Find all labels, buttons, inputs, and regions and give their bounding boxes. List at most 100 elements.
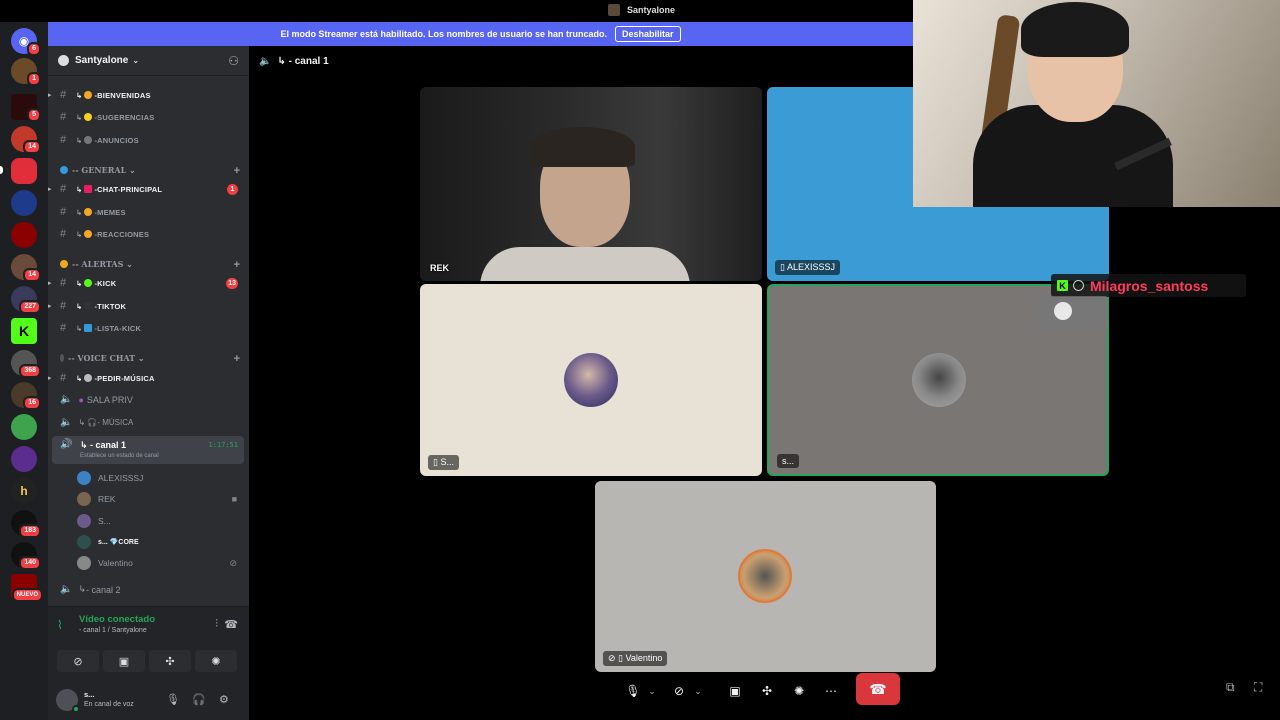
server-icon[interactable]: 16 — [11, 382, 41, 410]
server-rail: ◉ 6 1 5 14 14 227 K 368 16 h 183 140 NUEV… — [0, 22, 48, 720]
add-channel-icon[interactable]: + — [234, 165, 240, 177]
chevron-right-icon: ▸ — [48, 92, 52, 99]
server-icon[interactable] — [11, 222, 37, 248]
hair-shape — [530, 127, 635, 167]
gear-icon[interactable]: ⚙ — [219, 693, 229, 706]
user-name[interactable]: s... — [84, 690, 94, 699]
camera-off-icon[interactable]: ⊘ — [668, 676, 690, 706]
channel-pedir-musica[interactable]: ▸ # ↳ -PEDIR-MÚSICA — [48, 368, 249, 388]
server-icon[interactable] — [11, 158, 37, 184]
microphone-icon[interactable]: 🎙 — [622, 676, 644, 706]
server-icon[interactable]: 14 — [11, 126, 41, 154]
muted-icon: ⊘ — [229, 557, 237, 568]
disable-streamer-mode-button[interactable]: Deshabilitar — [615, 26, 681, 42]
shirt-shape — [480, 247, 690, 281]
channel-sugerencias[interactable]: # ↳ -SUGERENCIAS — [48, 107, 249, 127]
banner-text: El modo Streamer está habilitado. Los no… — [280, 29, 608, 39]
voice-channel-canal-2[interactable]: 🔈 ↳ - canal 2 — [60, 584, 121, 595]
server-icon[interactable]: h — [11, 478, 37, 504]
voice-member[interactable]: s... 💎 CORE — [77, 533, 247, 551]
chevron-down-icon[interactable]: ⌄ — [692, 676, 704, 706]
soundboard-button[interactable]: ✺ — [195, 650, 237, 672]
participant-label: ▯ S... — [428, 455, 459, 470]
video-tile-valentino[interactable]: ⊘ ▯ Valentino — [595, 481, 936, 672]
channel-sidebar: Santyalone ⌄ ⚇ ▸ # ↳ -BIENVENIDAS # ↳ -SUGE… — [48, 46, 249, 720]
activities-icon[interactable]: ✣ — [756, 676, 778, 706]
voice-member[interactable]: ALEXISSSJ — [77, 469, 247, 487]
hair-shape — [1021, 2, 1129, 57]
popout-icon[interactable]: ⧉ — [1226, 680, 1235, 695]
toggle-camera-button[interactable]: ⊘ — [57, 650, 99, 672]
hash-icon: # — [60, 228, 67, 240]
server-icon[interactable]: 140 — [11, 542, 41, 570]
server-icon[interactable] — [11, 414, 37, 440]
unread-pill — [0, 166, 3, 174]
server-icon[interactable]: 14 — [11, 254, 41, 282]
signal-icon[interactable]: ⌇ — [57, 618, 63, 632]
channel-chat-principal[interactable]: ▸ # ↳ -CHAT-PRINCIPAL 1 — [48, 179, 249, 199]
category-voice-chat[interactable]: -- VOICE CHAT ⌄ + — [60, 353, 240, 365]
server-icon[interactable]: 5 — [11, 94, 41, 122]
avatar — [77, 514, 91, 528]
video-tile-rek[interactable]: REK — [420, 87, 762, 281]
category-alertas[interactable]: -- ALERTAS ⌄ + — [60, 259, 240, 271]
video-tile-s[interactable]: ▯ S... — [420, 284, 762, 476]
chat-username: Milagros_santoss — [1090, 277, 1209, 294]
hang-up-button[interactable]: ☎ — [856, 673, 900, 705]
mention-badge: 13 — [226, 277, 238, 289]
share-screen-icon[interactable]: ▣ — [724, 676, 746, 706]
participant-label: ⊘ ▯ Valentino — [603, 651, 668, 666]
server-header[interactable]: Santyalone ⌄ ⚇ — [48, 46, 249, 76]
hash-icon: # — [60, 111, 67, 123]
channel-status[interactable]: Establece un estado de canal — [80, 453, 159, 459]
server-icon[interactable] — [11, 446, 37, 472]
avatar — [738, 549, 792, 603]
activities-button[interactable]: ✣ — [149, 650, 191, 672]
voice-channel-canal-1[interactable]: 🔊 ↳ - canal 1 1:17:51 Establece un estad… — [52, 436, 244, 464]
channel-memes[interactable]: # ↳ -MEMES — [48, 202, 249, 222]
voice-member[interactable]: Valentino ⊘ — [77, 554, 247, 572]
server-icon[interactable]: 368 — [11, 350, 41, 378]
chat-avatar-overlay — [1036, 296, 1108, 328]
avatar — [77, 535, 91, 549]
add-channel-icon[interactable]: + — [234, 353, 240, 365]
category-general[interactable]: -- GENERAL ⌄ + — [60, 165, 240, 177]
hash-icon: # — [60, 322, 67, 334]
more-options-icon[interactable]: ⋯ — [820, 676, 842, 706]
chevron-down-icon[interactable]: ⌄ — [646, 676, 658, 706]
server-icon[interactable]: 1 — [11, 58, 41, 86]
online-status-icon — [72, 705, 80, 713]
moderator-icon — [1073, 280, 1084, 291]
kick-server-icon[interactable]: K — [11, 318, 37, 344]
channel-bienvenidas[interactable]: ▸ # ↳ -BIENVENIDAS — [48, 85, 249, 105]
channel-lista-kick[interactable]: # ↳ -LISTA-KICK — [48, 318, 249, 338]
discord-home-icon[interactable]: ◉ 6 — [11, 28, 41, 56]
channel-reacciones[interactable]: # ↳ -REACCIONES — [48, 224, 249, 244]
channel-anuncios[interactable]: # ↳ -ANUNCIOS — [48, 130, 249, 150]
voice-channel-musica[interactable]: 🔈 ↳ 🎧 - MÚSICA — [60, 417, 133, 428]
noise-suppression-icon[interactable]: ⫶ — [215, 618, 218, 631]
disconnect-icon[interactable]: ☎ — [224, 618, 238, 631]
voice-member[interactable]: REK ■ — [77, 490, 247, 508]
server-icon[interactable]: 183 — [11, 510, 41, 538]
voice-channel-sala-priv[interactable]: 🔈 ● SALA PRIV — [60, 394, 133, 405]
streamer-webcam-overlay — [913, 0, 1280, 207]
invite-people-icon[interactable]: ⚇ — [228, 54, 239, 68]
add-channel-icon[interactable]: + — [234, 259, 240, 271]
user-status: En canal de voz — [84, 701, 134, 708]
channel-tiktok[interactable]: ▸ # ↳ -TIKTOK — [48, 296, 249, 316]
voice-status-text[interactable]: Vídeo conectado — [79, 614, 155, 625]
microphone-icon[interactable]: 🎙 — [166, 693, 180, 706]
server-icon[interactable] — [11, 190, 37, 216]
share-screen-button[interactable]: ▣ — [103, 650, 145, 672]
fullscreen-icon[interactable]: ⛶ — [1254, 680, 1262, 695]
hash-icon: # — [60, 183, 67, 195]
headphones-icon[interactable]: 🎧 — [192, 693, 206, 706]
soundboard-icon[interactable]: ✺ — [788, 676, 810, 706]
hash-icon: # — [60, 372, 67, 384]
voice-member[interactable]: S... — [77, 512, 247, 530]
chevron-right-icon: ▸ — [48, 303, 52, 310]
channel-kick[interactable]: ▸ # ↳ -KICK 13 — [48, 273, 249, 293]
server-icon[interactable]: NUEVO — [11, 574, 43, 602]
server-icon[interactable]: 227 — [11, 286, 41, 314]
